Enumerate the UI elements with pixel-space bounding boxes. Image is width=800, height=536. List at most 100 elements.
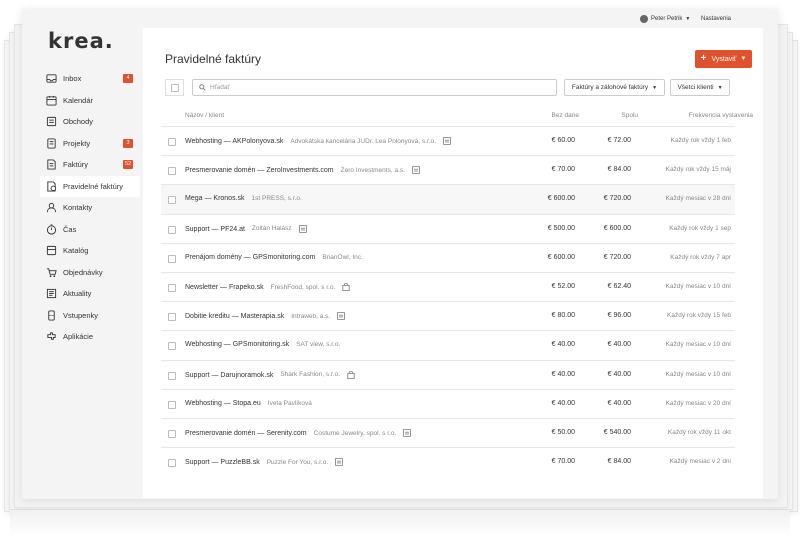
invoice-name[interactable]: Webhosting — Stopa.eu [185,400,261,407]
table-row[interactable]: Webhosting — GPSmonitoring.sk SAT view, s… [161,330,735,359]
invoice-name[interactable]: Prenájom domény — GPSmonitoring.com [185,254,315,261]
client-name: SAT view, s.r.o. [296,341,341,349]
sidebar-item-projects[interactable]: Projekty 3 [40,133,140,155]
invoice-name-cell: Prenájom domény — GPSmonitoring.com Brian… [185,254,363,261]
calendar-icon [46,95,57,106]
sidebar-item-label: Kontakty [63,203,93,213]
document-icon [328,458,344,467]
create-invoice-button[interactable]: + Vystaviť ▼ [695,50,752,68]
amount-total: € 84.00 [607,458,631,466]
column-header-spolu[interactable]: Spolu [621,112,638,119]
sidebar-item-news[interactable]: Aktuality [40,283,140,305]
issue-frequency: Každý rok vždy 15 feb [667,312,731,320]
invoice-name[interactable]: Newsletter — Frapeko.sk [185,284,264,291]
invoice-type-filter-label: Faktúry a zálohové faktúry [571,84,649,91]
chevron-down-icon: ▼ [652,84,658,91]
bag-icon [335,282,350,291]
sidebar-item-label: Inbox [63,74,82,84]
select-all-checkbox[interactable] [165,79,184,96]
invoice-name[interactable]: Support — Darujnoramok.sk [185,371,273,378]
table-header: Názov / klient Bez dane Spolu Frekvencia… [143,112,763,124]
sidebar-item-time[interactable]: Čas [40,219,140,241]
invoice-name[interactable]: Presmerovanie domén — Serenity.com [185,430,307,437]
reflection-shadow [10,510,790,536]
sidebar-item-label: Katalóg [63,246,89,256]
sidebar-item-tickets[interactable]: Vstupenky [40,305,140,327]
client-name: Zoltán Halász [251,225,292,233]
sidebar-item-contacts[interactable]: Kontakty [40,197,140,219]
row-checkbox[interactable] [168,167,176,176]
client-filter-label: Všetci klienti [677,84,714,91]
create-button-label: Vystaviť [711,55,737,63]
table-row[interactable]: Support — Darujnoramok.sk Shark Fashion, … [161,359,735,389]
chevron-down-icon: ▼ [717,84,723,91]
user-menu[interactable]: Peter Petrik ▼ [640,15,690,23]
sidebar-item-deals[interactable]: Obchody [40,111,140,133]
invoice-name[interactable]: Webhosting — AKPolonyova.sk [185,138,283,145]
column-header-bez-dane[interactable]: Bez dane [552,112,579,119]
top-bar: Peter Petrik ▼ Nastavenia [142,9,778,28]
row-checkbox[interactable] [168,342,176,351]
row-checkbox[interactable] [168,429,176,438]
column-header-name[interactable]: Názov / klient [185,112,224,119]
invoice-name[interactable]: Mega — Kronos.sk [185,195,245,202]
client-name: Costume Jewelry, spol. s r.o. [313,429,397,437]
sidebar-item-label: Objednávky [63,267,103,277]
client-filter[interactable]: Všetci klienti ▼ [670,79,730,96]
sidebar-item-calendar[interactable]: Kalendár [40,90,140,112]
bag-icon [340,370,355,379]
invoice-name[interactable]: Dobitie kreditu — Masterapia.sk [185,313,284,320]
row-checkbox[interactable] [168,254,176,263]
table-row[interactable]: Mega — Kronos.sk 1st PRESS, s.r.o. € 600.0… [161,184,735,214]
sidebar-item-recurring-invoices[interactable]: Pravidelné faktúry [40,175,140,197]
plus-icon: + [700,53,707,64]
issue-frequency: Každý rok vždy 11 okt [667,428,731,436]
row-checkbox[interactable] [168,283,176,292]
row-checkbox[interactable] [168,313,176,322]
invoice-name[interactable]: Support — PuzzleBB.sk [185,459,260,466]
table-row[interactable]: Prenájom domény — GPSmonitoring.com Brian… [161,242,735,272]
chevron-down-icon: ▼ [740,56,747,62]
time-icon [46,224,57,235]
krea-logo[interactable]: krea. [48,29,114,53]
row-checkbox[interactable] [168,196,176,205]
sidebar-item-orders[interactable]: Objednávky [40,262,140,284]
row-checkbox[interactable] [168,225,176,234]
table-row[interactable]: Presmerovanie domén — Serenity.com Costum… [161,417,735,447]
settings-link[interactable]: Nastavenia [701,16,731,22]
news-icon [46,288,57,299]
table-row[interactable]: Presmerovanie domén — ZeroInvestments.co… [161,155,735,184]
sidebar-nav: Inbox 4 Kalendár Obchody Projekty 3 Faktúry 52 P… [40,68,140,348]
table-row[interactable]: Support — PF24.at Zoltán Halász € 500.00 € … [161,213,735,243]
invoice-type-filter[interactable]: Faktúry a zálohové faktúry ▼ [564,79,665,96]
invoice-name-cell: Mega — Kronos.sk 1st PRESS, s.r.o. [185,195,302,202]
amount-total: € 720.00 [603,195,631,203]
table-row[interactable]: Support — PuzzleBB.sk Puzzle For You, s.r… [161,447,735,476]
row-checkbox[interactable] [168,138,176,146]
invoice-name[interactable]: Presmerovanie domén — ZeroInvestments.co… [185,167,334,174]
invoice-name[interactable]: Webhosting — GPSmonitoring.sk [185,341,289,348]
count-badge: 4 [123,74,133,83]
sidebar-item-catalog[interactable]: Katalóg [40,240,140,262]
table-row[interactable]: Webhosting — Stopa.eu Iveta Pavlíková € 40… [161,388,735,418]
sidebar-item-inbox[interactable]: Inbox 4 [40,68,140,90]
search-input[interactable]: Hľadať [192,79,557,96]
row-checkbox[interactable] [168,371,176,380]
sidebar-item-apps[interactable]: Aplikácie [40,326,140,348]
table-row[interactable]: Webhosting — AKPolonyova.sk Advokátska ka… [161,126,735,155]
document-icon [330,312,346,321]
invoice-name[interactable]: Support — PF24.at [185,225,245,232]
column-header-frequency[interactable]: Frekvencia vystavenia [689,112,753,119]
row-checkbox[interactable] [168,400,176,409]
sidebar-item-invoices[interactable]: Faktúry 52 [40,154,140,176]
table-row[interactable]: Dobitie kreditu — Masterapia.sk Intraweb,… [161,301,735,330]
tickets-icon [46,310,57,321]
projects-icon [46,138,57,149]
invoice-name-cell: Support — Darujnoramok.sk Shark Fashion, … [185,370,355,379]
count-badge: 52 [123,160,133,169]
table-row[interactable]: Newsletter — Frapeko.sk FreshFood, spol. … [161,271,735,301]
amount-total: € 40.00 [607,370,631,378]
row-checkbox[interactable] [168,459,176,468]
search-placeholder: Hľadať [210,84,230,91]
document-icon [292,224,307,233]
